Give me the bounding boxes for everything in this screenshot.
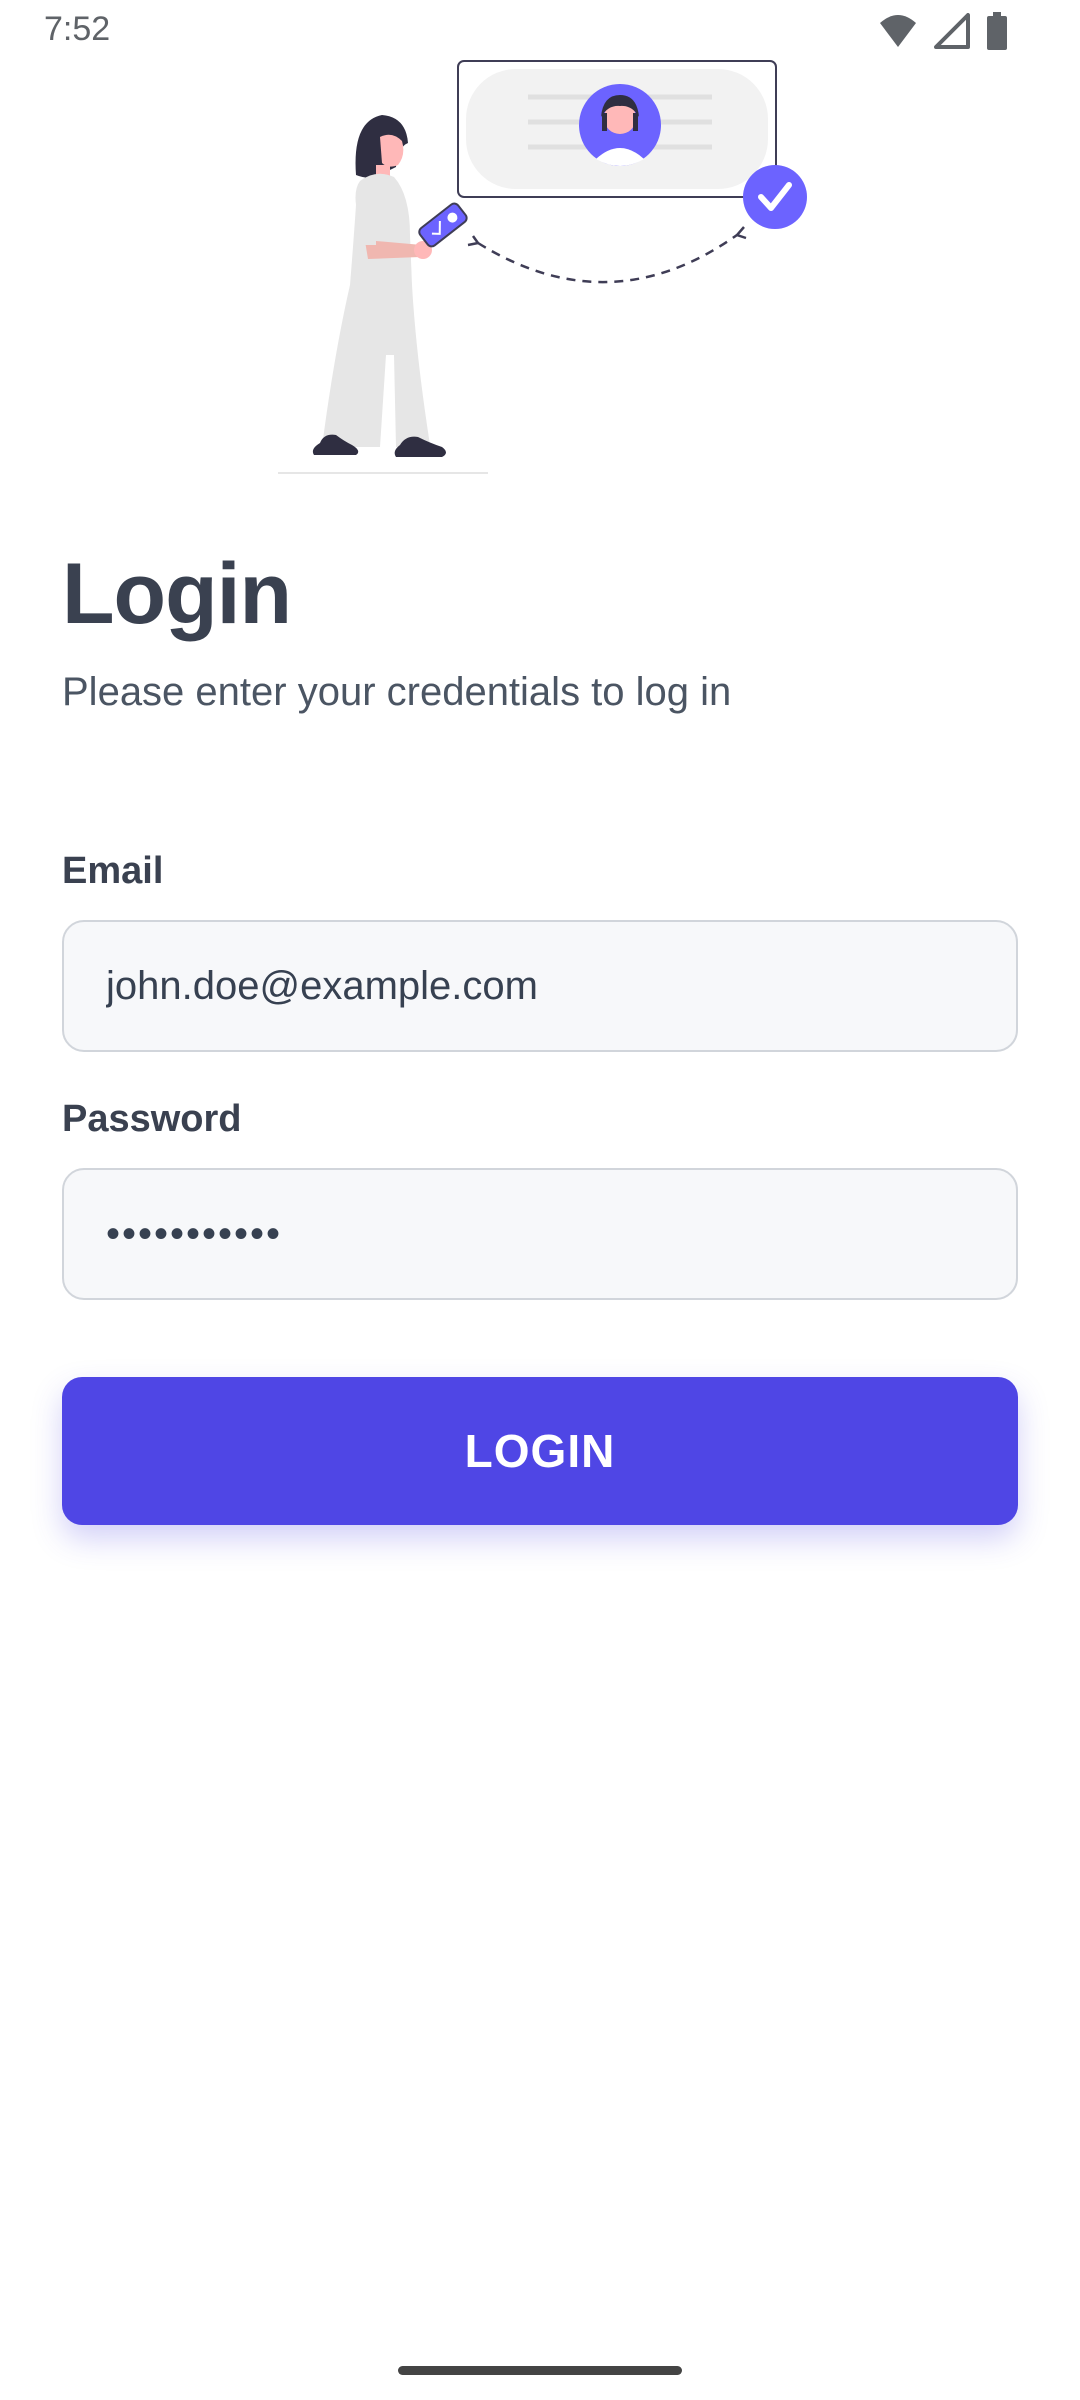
- email-label: Email: [62, 850, 164, 892]
- password-label: Password: [62, 1098, 242, 1140]
- verified-profile-illustration: [270, 55, 830, 475]
- page-subtitle: Please enter your credentials to log in: [62, 670, 732, 714]
- illustration-graphic: [278, 60, 807, 474]
- status-time: 7:52: [44, 10, 111, 48]
- home-indicator[interactable]: [398, 2366, 682, 2375]
- page-title: Login: [62, 546, 292, 642]
- signal-icon: [934, 13, 970, 49]
- login-button[interactable]: LOGIN: [62, 1377, 1018, 1525]
- password-field[interactable]: [62, 1168, 1018, 1300]
- battery-icon: [987, 12, 1007, 50]
- email-field[interactable]: [62, 920, 1018, 1052]
- status-icons: [878, 12, 1008, 50]
- wifi-icon: [880, 15, 916, 47]
